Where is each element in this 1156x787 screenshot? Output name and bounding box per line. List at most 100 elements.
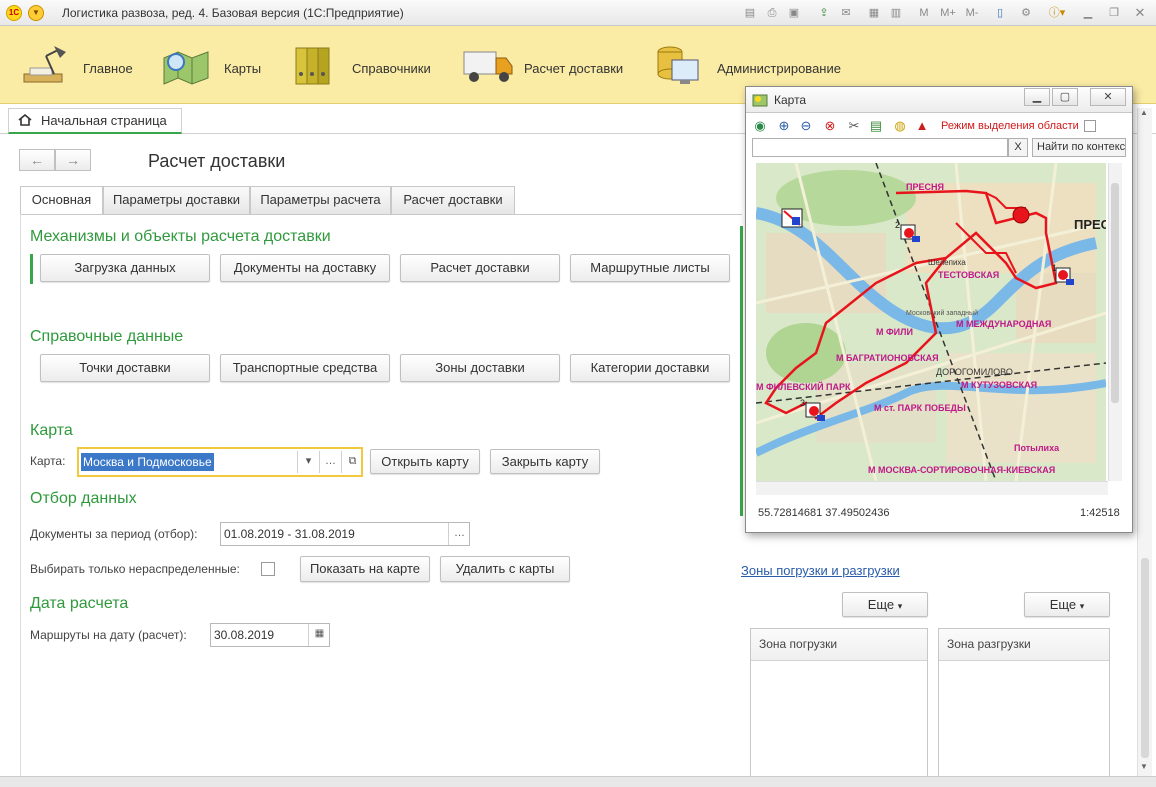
memory-minus-icon[interactable]: M-: [962, 5, 982, 21]
district-label: ДОРОГОМИЛОВО: [936, 367, 1013, 377]
unloading-zone-table[interactable]: Зона разгрузки: [938, 628, 1110, 778]
map-scroll-thumb[interactable]: [1111, 183, 1119, 403]
more-button-unloading[interactable]: Еще ▾: [1024, 592, 1110, 617]
cone-icon[interactable]: ▲: [914, 118, 930, 134]
calendar-picker-icon[interactable]: ▦: [308, 624, 330, 646]
district-label: Шелепиха: [928, 258, 966, 267]
calculator-icon[interactable]: ▦: [866, 5, 882, 21]
loading-zone-header[interactable]: Зона погрузки: [751, 629, 927, 661]
zoom-in-icon[interactable]: ⊕: [776, 118, 792, 134]
globe-icon[interactable]: ◉: [752, 118, 768, 134]
scroll-up-icon[interactable]: ▲: [1140, 108, 1148, 117]
section-references[interactable]: Справочники: [294, 44, 444, 90]
map-vertical-scrollbar[interactable]: [1108, 163, 1122, 481]
export-icon[interactable]: ⇪: [816, 5, 832, 21]
print-icon[interactable]: ⎙: [764, 5, 780, 21]
restore-icon[interactable]: ❐: [1106, 5, 1122, 21]
memory-m-icon[interactable]: M: [916, 5, 932, 21]
period-select-button[interactable]: …: [448, 523, 470, 545]
show-on-map-button[interactable]: Показать на карте: [300, 556, 430, 582]
map-close-icon[interactable]: ✕: [1090, 88, 1126, 106]
section-maps[interactable]: Карты: [162, 44, 272, 90]
zones-link[interactable]: Зоны погрузки и разгрузки: [741, 563, 900, 578]
page-scrollbar[interactable]: ▲ ▼: [1137, 108, 1152, 776]
minimize-icon[interactable]: ▁: [1080, 5, 1096, 21]
panels-icon[interactable]: ▯: [992, 5, 1008, 21]
main-menu-button[interactable]: ▼: [28, 5, 44, 21]
page-scroll-thumb[interactable]: [1141, 558, 1149, 758]
close-map-button[interactable]: Закрыть карту: [490, 449, 600, 474]
tab-delivery-params[interactable]: Параметры доставки: [103, 186, 250, 214]
tools-icon[interactable]: ✂: [846, 118, 862, 134]
info-icon[interactable]: ⓘ▾: [1046, 5, 1068, 21]
section-main-label: Главное: [83, 61, 133, 76]
section-references-label: Справочники: [352, 61, 431, 76]
close-icon[interactable]: ✕: [1132, 5, 1148, 21]
map-minimize-icon[interactable]: ▁: [1024, 88, 1050, 106]
clear-search-button[interactable]: X: [1008, 138, 1028, 157]
more-button-loading[interactable]: Еще ▾: [842, 592, 928, 617]
email-icon[interactable]: ✉: [838, 5, 854, 21]
map-scale: 1:42518: [1080, 507, 1120, 519]
window-titlebar: 1С ▼ Логистика развоза, ред. 4. Базовая …: [0, 0, 1156, 26]
warehouse-marker-icon[interactable]: [781, 208, 803, 228]
calc-date-label: Маршруты на дату (расчет):: [30, 628, 187, 642]
unloading-zone-header[interactable]: Зона разгрузки: [939, 629, 1109, 661]
map-select[interactable]: Москва и Подмосковье ▾ … ⧉: [77, 447, 363, 477]
zoom-out-icon[interactable]: ⊖: [798, 118, 814, 134]
map-window-icon: [752, 94, 768, 107]
map-horizontal-scrollbar[interactable]: [756, 481, 1108, 495]
map-section-title: Карта: [30, 422, 73, 439]
back-button[interactable]: ←: [19, 149, 55, 171]
truck-icon: [463, 51, 513, 82]
calc-date-field[interactable]: 30.08.2019 ▦: [210, 623, 330, 647]
calc-date-value: 30.08.2019: [214, 628, 275, 642]
section-admin-label: Администрирование: [717, 61, 841, 76]
vehicles-button[interactable]: Транспортные средства: [220, 354, 390, 382]
scroll-down-icon[interactable]: ▼: [1140, 762, 1148, 771]
section-delivery[interactable]: Расчет доставки: [462, 44, 642, 90]
marker-number: 3: [800, 398, 805, 408]
select-button[interactable]: …: [319, 451, 341, 473]
map-window-titlebar[interactable]: Карта ▁ ▢ ✕: [746, 87, 1132, 113]
delivery-calc-button[interactable]: Расчет доставки: [400, 254, 560, 282]
tab-delivery-calc[interactable]: Расчет доставки: [391, 186, 515, 214]
cancel-icon[interactable]: ⊗: [822, 118, 838, 134]
settings-wrench-icon[interactable]: ⚙: [1018, 5, 1034, 21]
dropdown-arrow-icon[interactable]: ▾: [297, 451, 319, 473]
depot-marker-icon[interactable]: [1012, 206, 1030, 224]
delete-from-map-button[interactable]: Удалить с карты: [440, 556, 570, 582]
bulb-icon[interactable]: ◍: [892, 118, 908, 134]
tab-calc-params[interactable]: Параметры расчета: [250, 186, 391, 214]
print-map-icon[interactable]: ▤: [868, 118, 884, 134]
map-window[interactable]: Карта ▁ ▢ ✕ ◉ ⊕ ⊖ ⊗ ✂ ▤ ◍ ▲ Режим выделе…: [745, 86, 1133, 533]
period-field[interactable]: 01.08.2019 - 31.08.2019 …: [220, 522, 470, 546]
unassigned-checkbox[interactable]: [261, 562, 275, 576]
open-link-icon[interactable]: ⧉: [341, 451, 363, 473]
load-data-button[interactable]: Загрузка данных: [40, 254, 210, 282]
delivery-documents-button[interactable]: Документы на доставку: [220, 254, 390, 282]
map-window-title: Карта: [774, 93, 807, 107]
save-icon[interactable]: ▤: [742, 5, 758, 21]
loading-zone-table[interactable]: Зона погрузки: [750, 628, 928, 778]
selection-mode-checkbox[interactable]: [1084, 120, 1096, 132]
route-sheets-button[interactable]: Маршрутные листы: [570, 254, 730, 282]
section-main[interactable]: Главное: [20, 44, 140, 90]
home-page-tab[interactable]: Начальная страница: [8, 108, 182, 134]
open-map-button[interactable]: Открыть карту: [370, 449, 480, 474]
station-label: М ФИЛЕВСКИЙ ПАРК: [756, 381, 851, 392]
section-admin[interactable]: Администрирование: [656, 44, 856, 90]
memory-plus-icon[interactable]: M+: [938, 5, 958, 21]
delivery-points-button[interactable]: Точки доставки: [40, 354, 210, 382]
district-label: ПРЕС: [1074, 217, 1106, 232]
tab-main[interactable]: Основная: [20, 186, 103, 215]
calendar-icon[interactable]: ▥: [888, 5, 904, 21]
preview-icon[interactable]: ▣: [786, 5, 802, 21]
map-canvas[interactable]: 1 2 3 ПРЕСНЯ ПРЕС Шелепиха ТЕСТОВСКАЯ Мо…: [756, 163, 1106, 481]
forward-button[interactable]: →: [55, 149, 91, 171]
map-maximize-icon[interactable]: ▢: [1052, 88, 1078, 106]
delivery-categories-button[interactable]: Категории доставки: [570, 354, 730, 382]
delivery-zones-button[interactable]: Зоны доставки: [400, 354, 560, 382]
find-by-context-button[interactable]: Найти по контексту: [1032, 138, 1126, 157]
map-search-input[interactable]: [752, 138, 1008, 157]
